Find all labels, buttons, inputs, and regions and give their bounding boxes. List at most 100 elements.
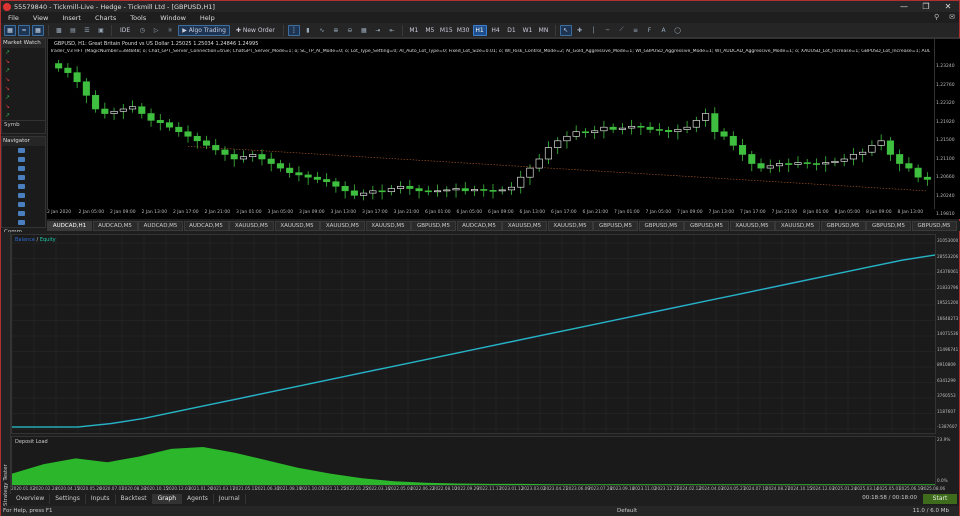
zoom-out-icon[interactable]: ⊖ [344, 25, 356, 36]
menu-tools[interactable]: Tools [123, 14, 153, 22]
market-watch-row[interactable]: ↘ [2, 57, 45, 66]
menu-insert[interactable]: Insert [55, 14, 88, 22]
chart-tab[interactable]: AUDCAD,H1 [47, 221, 92, 231]
chart-tab[interactable]: GBPUSD,M5 [638, 221, 684, 231]
navigator-item[interactable] [2, 209, 45, 218]
chart-tab[interactable]: XAUUSD,M5 [229, 221, 274, 231]
bar-chart-icon[interactable]: ┊ [287, 24, 300, 36]
signals-icon[interactable]: ⚛ [164, 25, 176, 36]
menu-window[interactable]: Window [153, 14, 193, 22]
navigator-item[interactable] [2, 164, 45, 173]
tab-inputs[interactable]: Inputs [86, 494, 116, 504]
algo-trading-button[interactable]: ▶ Algo Trading [178, 24, 230, 36]
chart-tab[interactable]: AUDCAD,M5 [456, 221, 502, 231]
chart-tab[interactable]: GBPUSD,M5 [593, 221, 638, 231]
profiles-icon[interactable]: ▦ [32, 24, 44, 36]
timeframe-m15[interactable]: M15 [439, 25, 454, 36]
timeframe-m1[interactable]: M1 [407, 25, 421, 36]
chart-shift-icon[interactable]: ⇤ [386, 25, 398, 36]
market-watch-row[interactable]: ↘ [2, 75, 45, 84]
chart-tab[interactable]: GBPUSD,M5 [911, 221, 957, 231]
chart-tab[interactable]: AUDCAD,M5 [183, 221, 229, 231]
navigator-item[interactable] [2, 146, 45, 155]
market-watch-row[interactable]: ↗ [2, 48, 45, 57]
chart-tab[interactable]: XAUUSD,M5 [547, 221, 593, 231]
ide-button[interactable]: IDE [116, 25, 134, 36]
zoom-in-icon[interactable]: ⊕ [330, 25, 342, 36]
close-icon[interactable]: ✕ [937, 1, 959, 12]
minimize-icon[interactable]: — [893, 1, 915, 12]
tester-icon[interactable]: ▷ [150, 25, 162, 36]
chart-tab[interactable]: GBPUSD,M5 [820, 221, 866, 231]
vertical-line-icon[interactable]: │ [588, 25, 600, 36]
restore-icon[interactable]: ❐ [915, 1, 937, 12]
navigator-item[interactable] [2, 155, 45, 164]
chat-icon[interactable]: ✉ [949, 12, 955, 23]
trendline-icon[interactable]: ⟋ [616, 25, 628, 36]
market-watch-row[interactable]: ↗ [2, 111, 45, 120]
chart-tab[interactable]: XAUUSD,M5 [274, 221, 320, 231]
market-watch-row[interactable]: ↘ [2, 102, 45, 111]
market-watch-row[interactable]: ↗ [2, 66, 45, 75]
timeframe-h1[interactable]: H1 [472, 24, 487, 36]
search-icon[interactable]: ⚲ [934, 12, 939, 23]
price-chart[interactable]: GBPUSD, H1: Great Britain Pound vs US Do… [47, 38, 935, 219]
fibonacci-icon[interactable]: F [644, 25, 656, 36]
menu-help[interactable]: Help [193, 14, 222, 22]
chart-tab[interactable]: GBPUSD,M5 [684, 221, 729, 231]
market-watch-symbols-tab[interactable]: Symb [2, 120, 45, 129]
timeframe-mn[interactable]: MN [537, 25, 551, 36]
tab-journal[interactable]: Journal [214, 494, 246, 504]
navigator-item[interactable] [2, 173, 45, 182]
candle-chart-icon[interactable]: ▮ [302, 25, 314, 36]
navigator-item[interactable] [2, 182, 45, 191]
market-watch-icon[interactable]: ▩ [53, 25, 65, 36]
timeframe-h4[interactable]: H4 [489, 25, 503, 36]
time-axis[interactable]: 2 Jan 2020 2 Jan 05:00 2 Jan 09:00 2 Jan 13… [47, 209, 935, 219]
horizontal-line-icon[interactable]: ─ [602, 25, 614, 36]
navigator-item[interactable] [2, 200, 45, 209]
navigator-title[interactable]: Navigator [2, 137, 45, 146]
market-watch-row[interactable]: ↗ [2, 93, 45, 102]
chart-tab[interactable]: XAUUSD,M5 [502, 221, 547, 231]
text-tool-icon[interactable]: A [658, 25, 670, 36]
chart-tab[interactable]: AUDCAD,M5 [92, 221, 138, 231]
chart-tab[interactable]: XAUUSD,M5 [729, 221, 775, 231]
market-watch-title[interactable]: Market Watch [2, 39, 45, 48]
navigator-item[interactable] [2, 218, 45, 227]
chart-tab[interactable]: GBPUSD,M5 [866, 221, 911, 231]
menu-charts[interactable]: Charts [88, 14, 123, 22]
terminal-icon[interactable]: ▣ [95, 25, 107, 36]
history-icon[interactable]: ◷ [136, 25, 148, 36]
menu-view[interactable]: View [26, 14, 55, 22]
timeframe-m5[interactable]: M5 [423, 25, 437, 36]
shapes-icon[interactable]: ◯ [672, 25, 684, 36]
chart-tab[interactable]: GBPUSD,M5 [411, 221, 456, 231]
price-axis[interactable]: 1.23240 1.22760 1.22320 1.21920 1.21500 1.211… [935, 38, 960, 219]
timeframe-m30[interactable]: M30 [456, 25, 471, 36]
timeframe-d1[interactable]: D1 [505, 25, 519, 36]
grid-icon[interactable]: ▦ [358, 25, 370, 36]
tab-graph[interactable]: Graph [152, 494, 183, 504]
crosshair-icon[interactable]: ✚ [574, 25, 586, 36]
data-window-icon[interactable]: ▤ [67, 25, 79, 36]
cursor-icon[interactable]: ↖ [559, 24, 572, 36]
chart-tab[interactable]: AUDCAD,M5 [138, 221, 183, 231]
status-profile[interactable]: Default [617, 508, 637, 514]
tab-overview[interactable]: Overview [11, 494, 51, 504]
tab-agents[interactable]: Agents [182, 494, 214, 504]
market-watch-row[interactable]: ↘ [2, 84, 45, 93]
timeframe-w1[interactable]: W1 [521, 25, 535, 36]
chart-tab[interactable]: XAUUSD,M5 [775, 221, 820, 231]
navigator-item[interactable] [2, 191, 45, 200]
navigator-icon[interactable]: ☰ [81, 25, 93, 36]
chart-tab[interactable]: XAUUSD,M5 [365, 221, 411, 231]
autoscroll-icon[interactable]: ⇥ [372, 25, 384, 36]
chart-type-icon[interactable]: ≈ [18, 24, 30, 36]
menu-file[interactable]: File [1, 14, 26, 22]
start-button[interactable]: Start [923, 494, 957, 504]
line-chart-icon[interactable]: ∿ [316, 25, 328, 36]
channel-icon[interactable]: ≡ [630, 25, 642, 36]
chart-tab[interactable]: XAUUSD,M5 [320, 221, 365, 231]
new-chart-icon[interactable]: ▦ [4, 24, 16, 36]
